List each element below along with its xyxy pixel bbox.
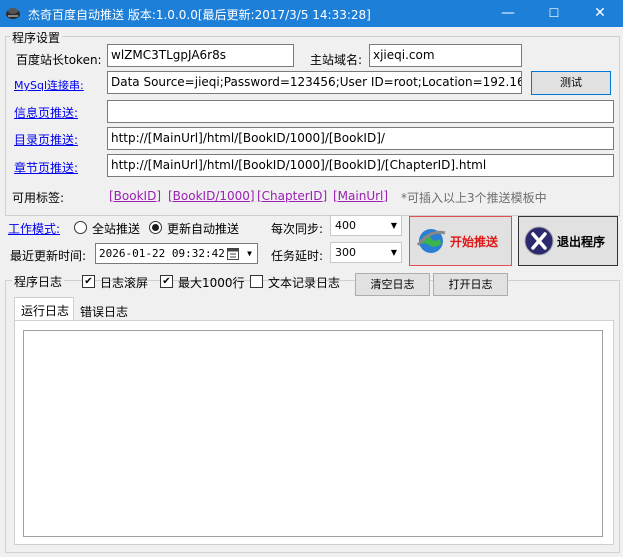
clear-log-button[interactable]: 清空日志 <box>355 273 430 296</box>
close-button[interactable]: ✕ <box>577 0 623 27</box>
start-push-button[interactable]: 开始推送 <box>409 216 512 266</box>
app-icon <box>6 8 20 19</box>
open-log-button[interactable]: 打开日志 <box>433 273 508 296</box>
last-update-label: 最近更新时间: <box>10 249 87 263</box>
sync-label: 每次同步: <box>271 222 324 236</box>
maximize-button[interactable]: ☐ <box>531 0 577 27</box>
tag-bookid[interactable]: [BookID] <box>109 189 161 203</box>
checkbox-text-log[interactable] <box>250 275 263 288</box>
minimize-button[interactable]: — <box>485 0 531 27</box>
settings-legend: 程序设置 <box>10 29 63 46</box>
delay-select[interactable]: 300 ▼ <box>330 242 402 263</box>
delay-select-value: 300 <box>335 246 356 259</box>
radio-full-push[interactable] <box>74 221 87 234</box>
info-push-input[interactable] <box>107 100 614 123</box>
domain-input[interactable]: xjieqi.com <box>369 44 522 67</box>
domain-label: 主站域名: <box>310 53 363 67</box>
chevron-down-icon: ▼ <box>390 248 397 257</box>
last-update-datepicker[interactable]: 2026-01-22 09:32:42 ▼ <box>95 243 258 264</box>
max-lines-label[interactable]: 最大1000行 <box>178 274 245 291</box>
checkbox-max-lines[interactable]: ✔ <box>160 275 173 288</box>
tag-bookid-1000[interactable]: [BookID/1000] <box>168 189 255 203</box>
catalog-push-input[interactable]: http://[MainUrl]/html/[BookID/1000]/[Boo… <box>107 127 614 150</box>
chapter-push-link[interactable]: 章节页推送: <box>14 159 78 176</box>
info-push-link[interactable]: 信息页推送: <box>14 104 78 121</box>
work-mode-link[interactable]: 工作模式: <box>8 220 60 237</box>
checkbox-log-scroll[interactable]: ✔ <box>82 275 95 288</box>
last-update-value: 2026-01-22 09:32:42 <box>99 247 225 260</box>
radio-auto-push[interactable] <box>149 221 162 234</box>
radio-full-push-label[interactable]: 全站推送 <box>92 220 140 237</box>
chevron-down-icon: ▼ <box>390 221 397 230</box>
mysql-link[interactable]: MySql连接串: <box>14 77 84 93</box>
tab-panel <box>14 320 614 545</box>
token-label: 百度站长token: <box>16 53 102 67</box>
tags-hint: *可插入以上3个推送模板中 <box>401 191 547 205</box>
sync-select-value: 400 <box>335 219 356 232</box>
catalog-push-link[interactable]: 目录页推送: <box>14 131 78 148</box>
globe-icon <box>416 229 446 253</box>
token-input[interactable]: wlZMC3TLgpJA6r8s <box>107 44 294 67</box>
window-title: 杰奇百度自动推送 版本:1.0.0.0[最后更新:2017/3/5 14:33:… <box>28 8 371 22</box>
radio-auto-push-label[interactable]: 更新自动推送 <box>167 220 239 237</box>
chapter-push-input[interactable]: http://[MainUrl]/html/[BookID/1000]/[Boo… <box>107 154 614 177</box>
tab-error-log-label: 错误日志 <box>80 305 129 319</box>
tag-mainurl[interactable]: [MainUrl] <box>333 189 388 203</box>
mysql-input[interactable]: Data Source=jieqi;Password=123456;User I… <box>107 71 522 94</box>
log-legend: 程序日志 <box>12 273 65 290</box>
text-log-label[interactable]: 文本记录日志 <box>268 274 340 291</box>
title-bar[interactable]: 杰奇百度自动推送 版本:1.0.0.0[最后更新:2017/3/5 14:33:… <box>0 0 623 27</box>
log-textarea[interactable] <box>23 330 603 537</box>
start-push-label: 开始推送 <box>450 235 499 249</box>
tags-label: 可用标签: <box>12 191 65 205</box>
exit-button[interactable]: 退出程序 <box>518 216 618 266</box>
tag-chapterid[interactable]: [ChapterID] <box>257 189 327 203</box>
log-scroll-label[interactable]: 日志滚屏 <box>100 274 148 291</box>
sync-select[interactable]: 400 ▼ <box>330 215 402 236</box>
tab-run-log[interactable]: 运行日志 <box>14 297 74 321</box>
delay-label: 任务延时: <box>271 249 324 263</box>
exit-icon <box>524 226 554 256</box>
tab-run-log-label: 运行日志 <box>21 304 70 318</box>
datepicker-chevron-icon: ▼ <box>247 249 252 258</box>
test-button[interactable]: 测试 <box>531 71 611 95</box>
tab-error-log[interactable]: 错误日志 <box>74 300 132 321</box>
exit-label: 退出程序 <box>557 235 606 249</box>
calendar-icon[interactable] <box>227 247 239 260</box>
